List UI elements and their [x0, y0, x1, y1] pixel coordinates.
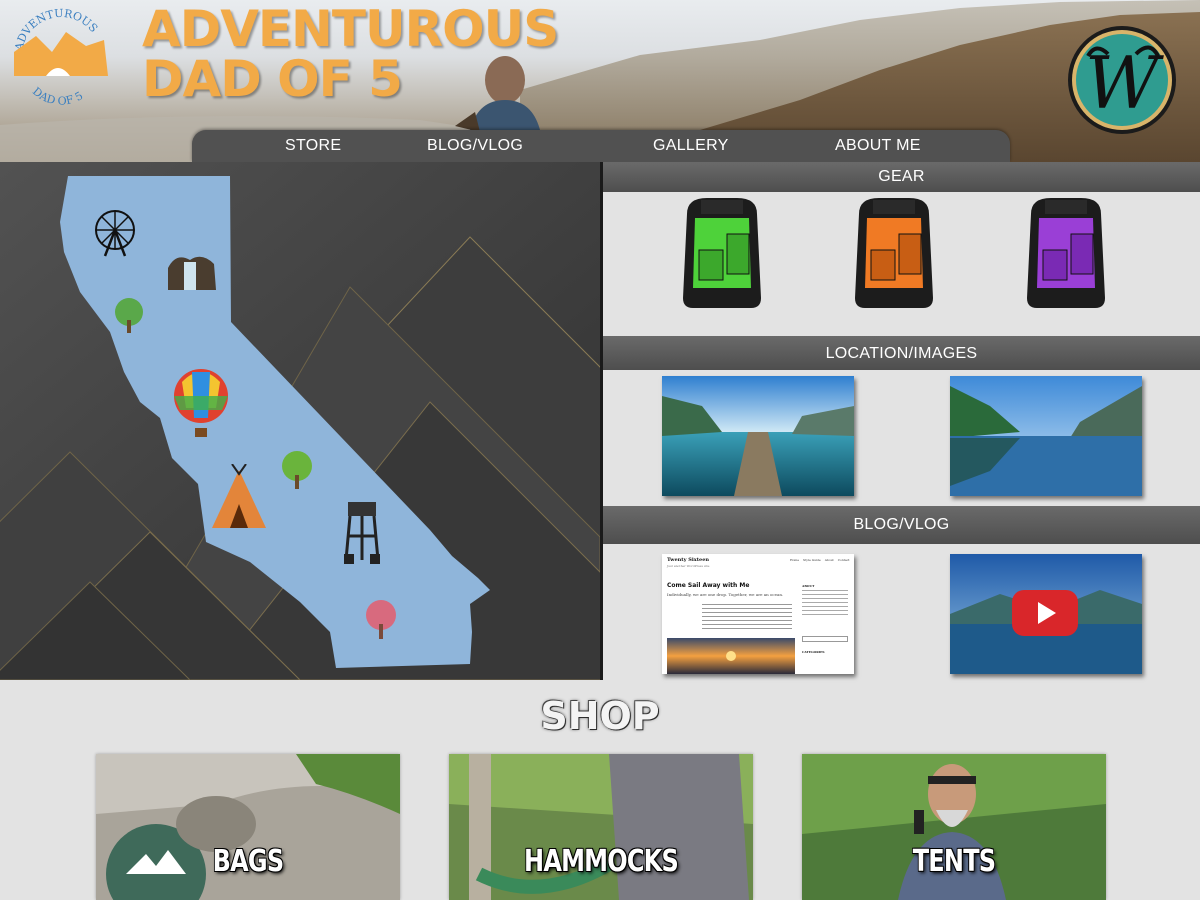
blog-section-title: BLOG/VLOG	[603, 506, 1200, 544]
shop-card-hammocks[interactable]: HAMMOCKS	[449, 754, 753, 900]
card-label-bags: BAGS	[212, 844, 284, 879]
card-label-tents: TENTS	[912, 844, 996, 879]
teepee-icon[interactable]	[210, 464, 268, 530]
wordpress-badge-icon[interactable]: W	[1066, 24, 1178, 136]
water-tower-icon[interactable]	[342, 500, 382, 566]
backpack-icon[interactable]	[849, 194, 939, 312]
shop-card-tents[interactable]: TENTS	[802, 754, 1106, 900]
blog-menu-item[interactable]: Style Guide	[803, 558, 821, 562]
shop-title: SHOP	[540, 694, 660, 738]
location-section-title: LOCATION/IMAGES	[603, 336, 1200, 370]
site-header: ADVENTUROUS DAD OF 5 ADVENTUROUS DAD OF …	[0, 0, 1200, 162]
backpack-icon[interactable]	[677, 194, 767, 312]
blog-menu-item[interactable]: Contact	[838, 558, 850, 562]
backpack-icon[interactable]	[1021, 194, 1111, 312]
hot-air-balloon-icon[interactable]	[172, 368, 230, 440]
shop-card-bags[interactable]: BAGS	[96, 754, 400, 900]
site-title[interactable]: ADVENTUROUS DAD OF 5	[142, 0, 559, 108]
blog-sidebar-text	[802, 590, 848, 616]
site-title-line1: ADVENTUROUS	[142, 0, 559, 58]
gear-section-title: GEAR	[603, 162, 1200, 192]
nav-item-gallery[interactable]: GALLERY	[653, 137, 729, 155]
lake-pier-image[interactable]	[662, 376, 854, 496]
california-map-panel	[0, 162, 600, 680]
video-thumbnail[interactable]	[950, 554, 1142, 674]
blog-post-heading[interactable]: Come Sail Away with Me	[667, 582, 749, 589]
nav-item-blog-vlog[interactable]: BLOG/VLOG	[427, 137, 523, 155]
waterfall-icon[interactable]	[166, 250, 218, 292]
blog-post-preview[interactable]: Twenty Sixteen Just another WordPress si…	[662, 554, 854, 674]
content-panel: GEAR LOCATION/IMAGES BLOG/VLOG Twenty Si…	[603, 162, 1200, 680]
nav-item-store[interactable]: STORE	[285, 137, 341, 155]
play-button-icon	[1012, 590, 1078, 636]
blog-post-excerpt: Individually, we are one drop. Together,…	[667, 592, 784, 597]
ferris-wheel-icon[interactable]	[92, 208, 138, 258]
blog-menu-item[interactable]: Home	[790, 558, 799, 562]
blog-tagline: Just another WordPress site	[667, 564, 710, 568]
blog-menu: Home Style Guide About Contact	[790, 558, 850, 562]
blog-categories-title: CATEGORIES	[802, 650, 825, 654]
tree-icon[interactable]	[278, 450, 316, 490]
nav-item-about-me[interactable]: ABOUT ME	[835, 137, 921, 155]
main-nav: STORE BLOG/VLOG GALLERY ABOUT ME	[192, 130, 1010, 162]
sunset-image	[667, 638, 795, 674]
blog-menu-item[interactable]: About	[825, 558, 834, 562]
page: ADVENTUROUS DAD OF 5 ADVENTUROUS DAD OF …	[0, 0, 1200, 900]
mountain-lake-image[interactable]	[950, 376, 1142, 496]
map-background	[0, 162, 600, 680]
site-title-line2: DAD OF 5	[142, 50, 403, 108]
svg-text:W: W	[1085, 41, 1164, 125]
blog-site-name: Twenty Sixteen	[667, 557, 710, 563]
tree-icon[interactable]	[110, 296, 148, 334]
blog-search-input[interactable]	[802, 636, 848, 642]
card-label-hammocks: HAMMOCKS	[524, 844, 679, 879]
site-logo[interactable]: ADVENTUROUS DAD OF 5	[8, 6, 114, 112]
blossom-tree-icon[interactable]	[362, 598, 400, 640]
blog-body-text	[702, 604, 792, 632]
blog-sidebar-title: ABOUT	[802, 584, 815, 588]
